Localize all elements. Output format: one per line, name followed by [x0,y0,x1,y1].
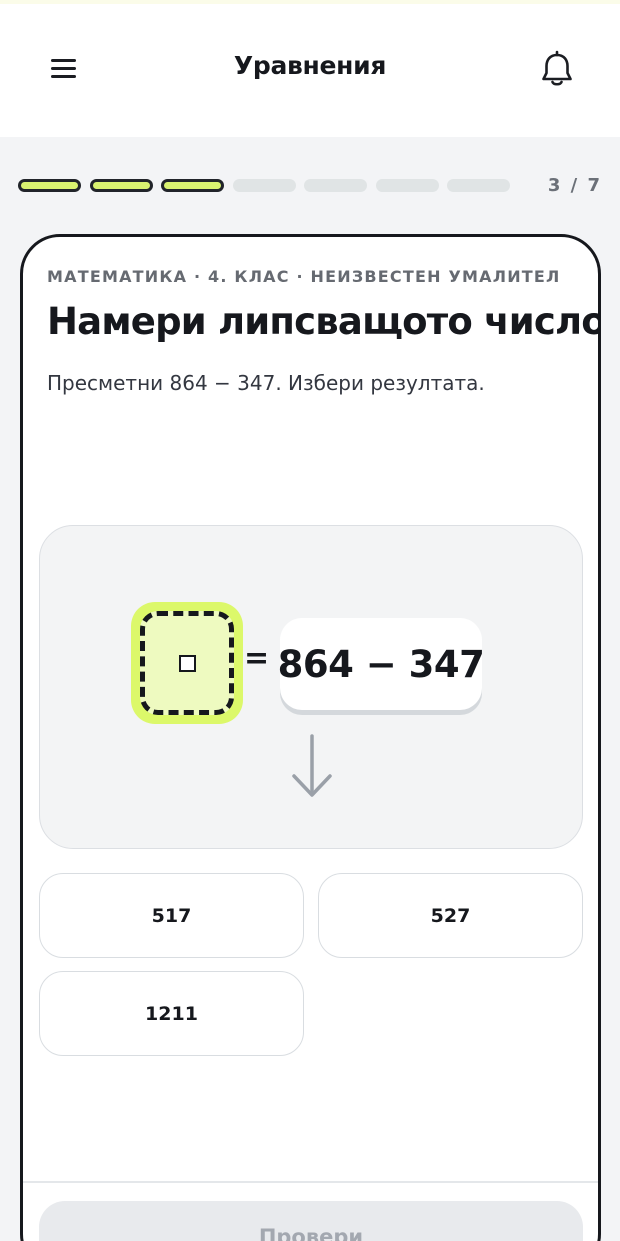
answer-blank-slot [140,611,234,715]
progress-segment-7 [447,179,510,192]
footer-divider [23,1181,598,1183]
breadcrumb: МАТЕМАТИКА · 4. КЛАС · НЕИЗВЕСТЕН УМАЛИТ… [47,267,561,286]
answer-option-1[interactable]: 517 [39,873,304,958]
notifications-button[interactable] [536,48,578,90]
blank-square-icon [178,654,196,672]
page-title: Уравнения [233,51,387,80]
progress-segment-3 [161,179,224,192]
task-description: Пресметни 864 − 347. Избери резултата. [47,371,485,395]
progress-segment-2 [90,179,153,192]
progress-segment-5 [304,179,367,192]
task-title: Намери липсващото число [47,300,601,343]
equals-sign: = [244,641,270,676]
arrow-down-icon [292,734,332,797]
expression-tile: 864 − 347 [278,618,485,710]
progress-segment-6 [376,179,439,192]
progress-segment-1 [18,179,81,192]
answer-option-2[interactable]: 527 [318,873,583,958]
bell-icon [542,50,572,86]
check-button[interactable]: Провери [39,1201,583,1241]
step-counter: 3 / 7 [547,175,602,196]
answer-blank[interactable] [131,602,243,724]
equation-panel: = 864 − 347 [39,525,583,849]
task-card: МАТЕМАТИКА · 4. КЛАС · НЕИЗВЕСТЕН УМАЛИТ… [20,234,601,1241]
app-header: Уравнения [0,4,620,137]
answer-option-3[interactable]: 1211 [39,971,304,1056]
progress-segment-4 [233,179,296,192]
